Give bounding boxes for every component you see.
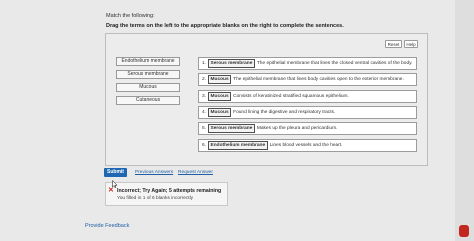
sentence-number: 4. [202,110,207,115]
previous-answers-link[interactable]: Previous Answers [135,170,173,175]
sentence-number: 6. [202,143,207,148]
answer-chip[interactable]: Mucous [208,75,232,84]
question-instructions: Drag the terms on the left to the approp… [106,23,344,29]
sentence-text: The epithelial membrane that lines the c… [256,61,413,66]
help-badge-icon[interactable] [459,225,469,237]
request-answer-link[interactable]: Request Answer [178,170,213,175]
feedback-title: Incorrect; Try Again; 5 attempts remaini… [117,188,222,194]
right-scrollbar[interactable] [455,0,474,241]
term-cutaneous[interactable]: Cutaneous [116,96,180,105]
sentence-text: Consists of keratinized stratified squam… [233,94,349,99]
answer-chip[interactable]: Mucous [208,108,232,117]
answer-chip[interactable]: Serous membrane [208,124,255,133]
term-endothelium-membrane[interactable]: Endothelium membrane [116,57,180,66]
sentence-number: 2. [202,77,207,82]
sentence-text: Makes up the pleura and pericardium. [256,126,338,131]
question-label: Match the following: [106,13,155,19]
mouse-cursor-icon [112,180,118,188]
help-button[interactable]: Help [404,40,418,48]
answer-chip[interactable]: Mucous [208,92,232,101]
reset-button[interactable]: Reset [385,40,402,48]
provide-feedback-link[interactable]: Provide Feedback [85,223,129,229]
sentence-6: 6. Endothelium membrane Lines blood vessel… [198,139,417,152]
sentence-text: Lines blood vessels and the heart. [269,143,343,148]
sentence-1: 1. Serous membrane The epithelial membrane… [198,57,417,70]
feedback-box [105,182,228,206]
feedback-subtitle: You filled in 1 of 6 blanks incorrectly [117,196,194,201]
answer-chip[interactable]: Serous membrane [208,59,255,68]
submit-button[interactable]: Submit [104,168,127,177]
answer-chip[interactable]: Endothelium membrane [208,141,268,150]
sentence-number: 3. [202,94,207,99]
sentence-number: 5. [202,126,207,131]
sentence-3: 3. Mucous Consists of keratinized stratifi… [198,90,417,103]
sentence-4: 4. Mucous Found lining the digestive and r… [198,106,417,119]
term-serous-membrane[interactable]: Serous membrane [116,70,180,79]
error-x-icon: ✕ [108,187,114,194]
sentence-5: 5. Serous membrane Makes up the pleura and… [198,122,417,135]
sentence-text: Found lining the digestive and respirato… [233,110,336,115]
sentence-number: 1. [202,61,207,66]
sentence-text: The epithelial membrane that lines body … [233,77,404,82]
sentence-2: 2. Mucous The epithelial membrane that lin… [198,73,417,86]
term-mucous[interactable]: Mucous [116,83,180,92]
